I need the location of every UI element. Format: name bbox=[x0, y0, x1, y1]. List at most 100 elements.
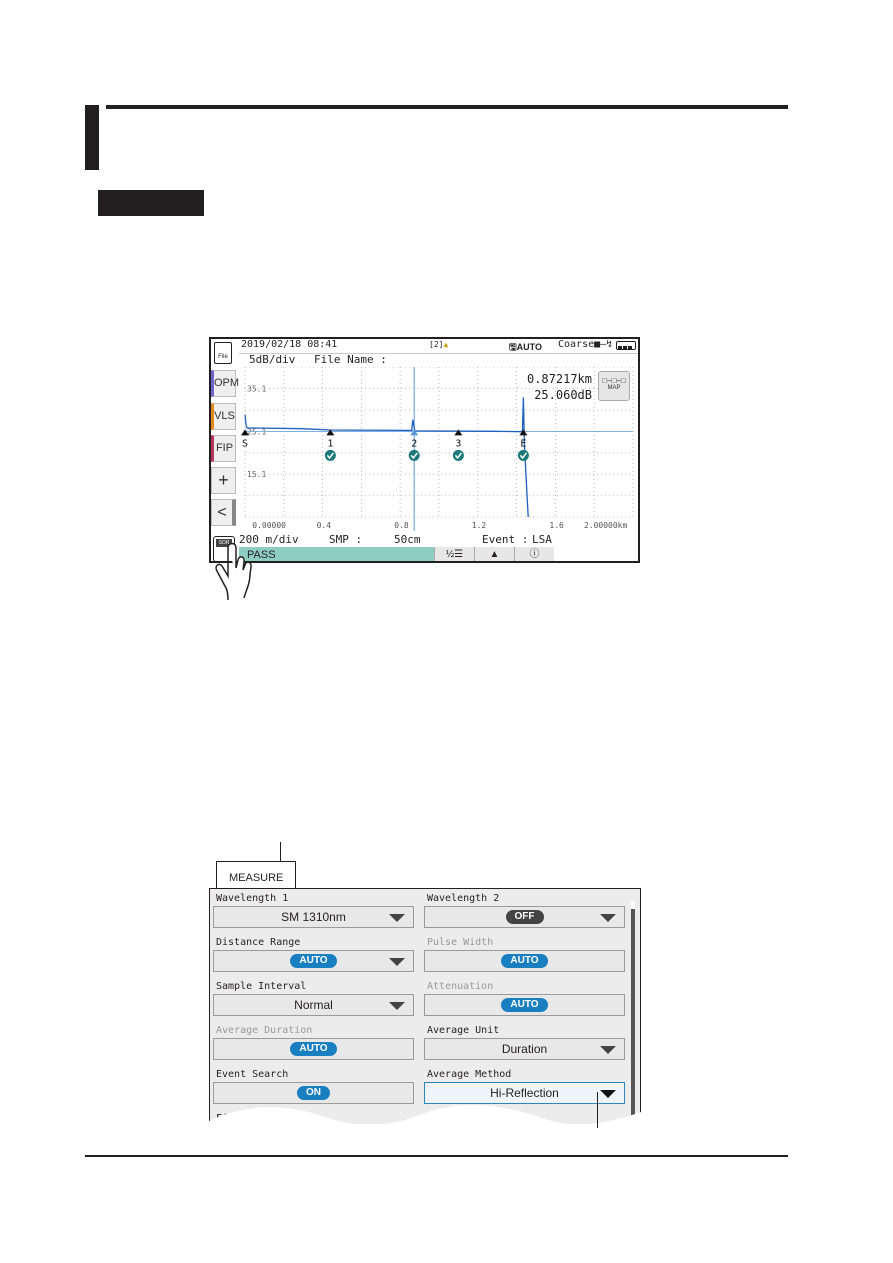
field-average-duration: Average Duration AUTO bbox=[213, 1024, 414, 1060]
field-label: Attenuation bbox=[427, 981, 494, 992]
dropdown-arrow-icon[interactable] bbox=[389, 914, 405, 922]
list-icon: ½☰ bbox=[445, 549, 464, 560]
event-pass-icon bbox=[408, 449, 420, 461]
field-label: Average Duration bbox=[216, 1025, 313, 1036]
distance-range-select[interactable]: AUTO bbox=[213, 950, 414, 972]
info-button[interactable]: ⓘ bbox=[514, 547, 554, 561]
vls-button[interactable]: VLS bbox=[211, 403, 236, 430]
file-button[interactable]: File bbox=[214, 342, 232, 364]
field-label: Average Unit bbox=[427, 1025, 500, 1036]
plug-icon: ■–↯ bbox=[594, 339, 613, 350]
map-button[interactable]: □–□–□ MAP bbox=[598, 371, 630, 401]
file-name-label: File Name : bbox=[314, 353, 387, 366]
arrow-up-icon: ▲ bbox=[489, 549, 500, 560]
recording-icon: [2]▲ bbox=[429, 340, 449, 349]
event-value: LSA bbox=[532, 533, 552, 546]
value-pill: AUTO bbox=[501, 954, 548, 968]
attenuation-select: AUTO bbox=[424, 994, 625, 1016]
event-label: S bbox=[242, 438, 248, 449]
event-up-button[interactable]: ▲ bbox=[474, 547, 514, 561]
info-icon: ⓘ bbox=[529, 549, 540, 560]
average-unit-select[interactable]: Duration bbox=[424, 1038, 625, 1060]
hand-pointer-icon bbox=[215, 542, 252, 601]
field-label: Average Method bbox=[427, 1069, 512, 1080]
y-tick-label: 35.1 bbox=[247, 384, 266, 393]
add-button[interactable]: + bbox=[211, 467, 236, 494]
pulse-width-select: AUTO bbox=[424, 950, 625, 972]
value-pill: OFF bbox=[505, 910, 544, 924]
field-distance-range: Distance Range AUTO bbox=[213, 936, 414, 972]
smp-label: SMP : bbox=[329, 533, 363, 546]
x-tick-label: 2.00000km bbox=[584, 521, 628, 530]
event-pass-icon bbox=[517, 449, 529, 461]
field-average-unit: Average Unit Duration bbox=[424, 1024, 625, 1060]
measure-settings-panel: Wavelength 1 SM 1310nm Wavelength 2 OFF Dist… bbox=[209, 888, 641, 1124]
event-marker bbox=[454, 429, 463, 436]
event-label: E bbox=[520, 438, 526, 449]
x-tick-label: 0.00000 bbox=[252, 521, 286, 530]
tab-measure[interactable]: MEASURE bbox=[216, 861, 296, 890]
cursor-distance: 0.87217km bbox=[526, 372, 592, 386]
dropdown-arrow-icon[interactable] bbox=[389, 958, 405, 966]
cursor-loss: 25.060dB bbox=[534, 388, 592, 402]
x-tick-label: 1.6 bbox=[549, 521, 564, 530]
field-label: Wavelength 1 bbox=[216, 893, 289, 904]
otdr-screen: 2019/02/18 08:41 [2]▲ 🖫AUTO Coarse■–↯ Fi… bbox=[209, 337, 640, 563]
event-marker bbox=[519, 429, 528, 436]
battery-icon bbox=[616, 341, 636, 350]
pass-fail-status: PASS bbox=[239, 547, 434, 561]
wavelength-1-select[interactable]: SM 1310nm bbox=[213, 906, 414, 928]
field-wavelength-1: Wavelength 1 SM 1310nm bbox=[213, 892, 414, 928]
back-button[interactable]: < bbox=[211, 499, 236, 526]
resolution-mode: Coarse■–↯ bbox=[558, 339, 613, 350]
cursor-readout: 0.87217km 25.060dB bbox=[527, 371, 592, 403]
event-label: 2 bbox=[411, 438, 417, 449]
selected-value: SM 1310nm bbox=[281, 910, 346, 924]
selected-value: Normal bbox=[294, 998, 333, 1012]
status-bar: 2019/02/18 08:41 [2]▲ 🖫AUTO Coarse■–↯ bbox=[211, 339, 638, 353]
x-tick-label: 0.4 bbox=[317, 521, 332, 530]
event-label: 1 bbox=[327, 438, 333, 449]
value-pill: AUTO bbox=[290, 1042, 337, 1056]
opm-button[interactable]: OPM bbox=[211, 370, 239, 397]
event-label: 3 bbox=[455, 438, 461, 449]
value-pill: AUTO bbox=[290, 954, 337, 968]
procedure-tab bbox=[98, 190, 204, 216]
panel-scrollbar[interactable] bbox=[631, 909, 635, 1117]
wavelength-2-select[interactable]: OFF bbox=[424, 906, 625, 928]
field-wavelength-2: Wavelength 2 OFF bbox=[424, 892, 625, 928]
x-tick-label: 1.2 bbox=[472, 521, 487, 530]
field-pulse-width: Pulse Width AUTO bbox=[424, 936, 625, 972]
field-label: Event Search bbox=[216, 1069, 289, 1080]
vertical-scale: 5dB/div bbox=[249, 353, 296, 366]
callout-line-arrow bbox=[597, 1092, 598, 1128]
section-marker bbox=[85, 105, 99, 170]
info-bar: 200 m/div SMP : 50cm Event : LSA bbox=[239, 533, 638, 548]
footer-rule bbox=[85, 1155, 788, 1157]
header-divider bbox=[239, 353, 638, 354]
dropdown-arrow-icon[interactable] bbox=[389, 1002, 405, 1010]
field-label: Distance Range bbox=[216, 937, 301, 948]
event-pass-icon bbox=[324, 449, 336, 461]
torn-edge bbox=[205, 1105, 650, 1135]
x-tick-label: 0.8 bbox=[394, 521, 409, 530]
field-label: Sample Interval bbox=[216, 981, 307, 992]
dropdown-arrow-icon[interactable] bbox=[600, 914, 616, 922]
event-label: Event : bbox=[482, 533, 529, 546]
y-tick-label: 15.1 bbox=[247, 470, 266, 479]
event-list-button[interactable]: ½☰ bbox=[434, 547, 474, 561]
sample-interval-select[interactable]: Normal bbox=[213, 994, 414, 1016]
smp-value: 50cm bbox=[394, 533, 421, 546]
field-attenuation: Attenuation AUTO bbox=[424, 980, 625, 1016]
datetime: 2019/02/18 08:41 bbox=[241, 339, 338, 350]
header-rule bbox=[106, 105, 788, 109]
fip-button[interactable]: FIP bbox=[211, 435, 236, 462]
average-duration-select: AUTO bbox=[213, 1038, 414, 1060]
field-sample-interval: Sample Interval Normal bbox=[213, 980, 414, 1016]
field-label: Wavelength 2 bbox=[427, 893, 500, 904]
dropdown-arrow-icon[interactable] bbox=[600, 1046, 616, 1054]
event-pass-icon bbox=[452, 449, 464, 461]
selected-value: Duration bbox=[501, 1042, 548, 1056]
value-pill: AUTO bbox=[501, 998, 548, 1012]
map-chain-icon: □–□–□ bbox=[602, 376, 626, 385]
